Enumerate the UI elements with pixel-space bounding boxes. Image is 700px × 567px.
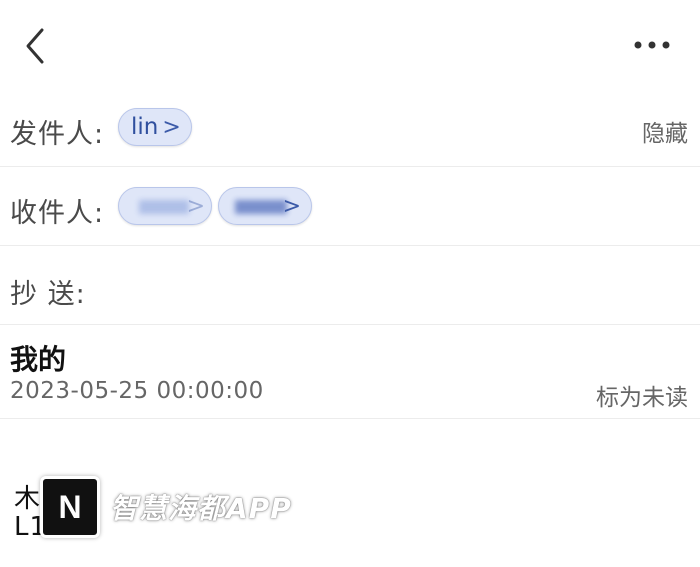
- recipients-label: 收件人:: [10, 198, 105, 229]
- sender-label: 发件人:: [10, 119, 105, 150]
- blurred-recipient-name: [235, 200, 287, 214]
- hide-button[interactable]: 隐藏: [642, 114, 688, 148]
- mail-body-line-1: 木: [14, 484, 41, 514]
- watermark-text: 智慧海都APP: [110, 492, 292, 525]
- recipients-row: 收件人: > >: [0, 167, 700, 246]
- sender-chip-name: lin: [131, 114, 159, 140]
- chevron-right-icon: >: [162, 114, 181, 140]
- cc-label: 抄 送:: [10, 279, 86, 310]
- blurred-recipient-name: [139, 200, 189, 214]
- chevron-left-icon: [26, 28, 44, 64]
- top-bar: [0, 0, 700, 90]
- mail-subject: 我的: [10, 343, 67, 376]
- chevron-right-icon: >: [186, 193, 205, 219]
- mail-datetime: 2023-05-25 00:00:00: [10, 378, 264, 404]
- more-horizontal-icon: [634, 41, 670, 49]
- sender-row: 发件人: lin > 隐藏: [0, 90, 700, 167]
- chevron-right-icon: >: [282, 193, 301, 219]
- cc-row: 抄 送:: [0, 246, 700, 325]
- sender-chip[interactable]: lin >: [118, 108, 192, 146]
- watermark-logo: N: [40, 476, 100, 538]
- recipient-chip-1[interactable]: >: [118, 187, 212, 225]
- more-button[interactable]: [630, 30, 674, 60]
- watermark: N 智慧海都APP: [40, 476, 292, 538]
- mark-unread-button[interactable]: 标为未读: [596, 378, 688, 412]
- subject-row: [0, 325, 700, 419]
- recipient-chip-2[interactable]: >: [218, 187, 312, 225]
- back-button[interactable]: [18, 26, 54, 66]
